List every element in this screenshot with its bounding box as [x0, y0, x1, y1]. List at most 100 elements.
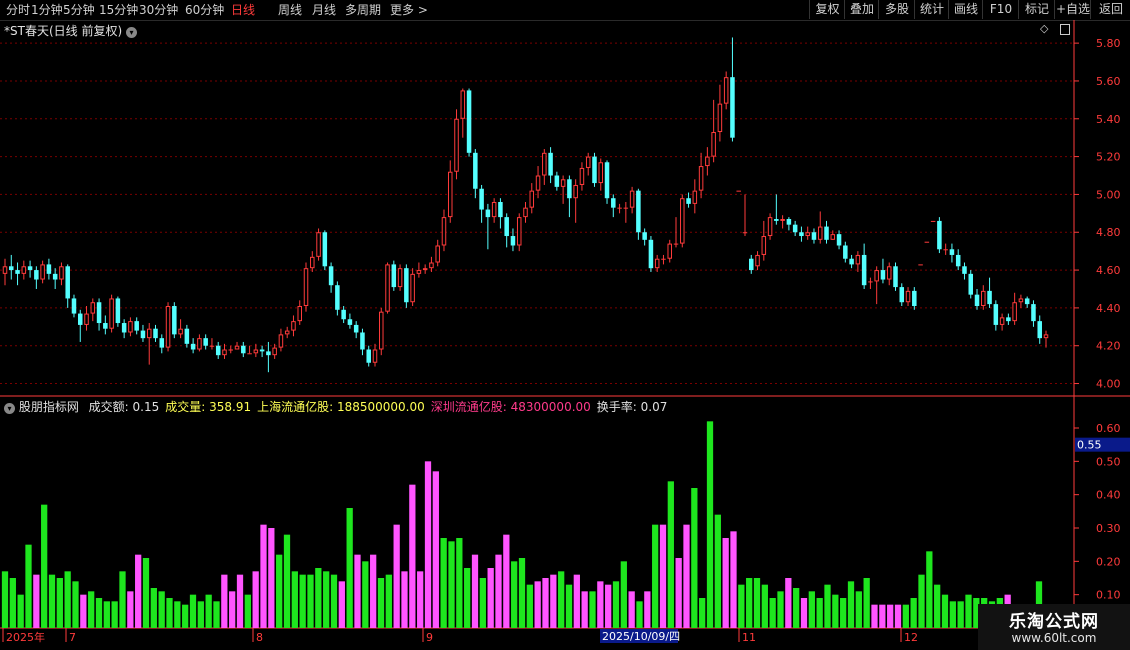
volume-bar: [197, 601, 204, 628]
candle-body: [59, 266, 64, 280]
candle-body: [780, 219, 785, 221]
price-tick-label: 4.00: [1096, 378, 1121, 391]
candle-body: [698, 166, 704, 191]
panel-toggle-icon[interactable]: [1059, 23, 1070, 35]
candle-body: [811, 232, 817, 240]
volume-bar: [41, 504, 48, 628]
volume-bar: [166, 598, 173, 628]
volume-bar: [330, 574, 338, 628]
candle-body: [805, 232, 810, 237]
volume-bar: [918, 574, 925, 628]
candle-body: [410, 273, 415, 303]
toolbar-button-1[interactable]: 叠加: [844, 0, 879, 19]
volume-bar: [730, 531, 737, 628]
toolbar-button-8[interactable]: 返回: [1090, 0, 1130, 19]
candle-body: [34, 270, 39, 280]
candle-body: [9, 266, 14, 271]
period-tab-9[interactable]: 多周期: [345, 1, 381, 19]
candle-body: [379, 311, 384, 350]
volume-tick-label: 0.40: [1096, 489, 1121, 502]
period-tab-8[interactable]: 月线: [312, 1, 336, 19]
volume-bar: [456, 538, 463, 628]
period-tab-10[interactable]: 更多 >: [390, 1, 428, 19]
period-tab-1[interactable]: 1分钟: [31, 1, 63, 19]
period-tab-3[interactable]: 15分钟: [99, 1, 138, 19]
volume-bar: [479, 578, 486, 628]
period-tab-7[interactable]: 周线: [278, 1, 302, 19]
volume-bar: [863, 578, 870, 628]
candle-body: [930, 220, 936, 222]
toolbar-button-0[interactable]: 复权: [809, 0, 845, 19]
period-tab-5[interactable]: 60分钟: [185, 1, 224, 19]
x-tick-label: 8: [256, 631, 263, 644]
indicator-dropdown-icon[interactable]: ▾: [4, 403, 15, 414]
volume-bar: [260, 524, 267, 628]
volume-bar: [840, 598, 847, 628]
candle-body: [623, 207, 629, 209]
volume-bar: [550, 574, 557, 628]
candle-body: [422, 268, 428, 271]
candle-body: [742, 232, 748, 234]
volume-bar: [495, 554, 502, 628]
candle-body: [611, 198, 616, 208]
volume-bar: [88, 591, 95, 628]
candle-body: [247, 353, 252, 355]
period-tab-0[interactable]: 分时: [6, 1, 30, 19]
volume-bar: [471, 554, 479, 628]
volume-bar: [205, 594, 212, 628]
title-dropdown-icon[interactable]: ▾: [125, 27, 137, 38]
price-tick-label: 5.60: [1096, 75, 1121, 88]
candle-body: [567, 179, 572, 199]
toolbar-button-3[interactable]: 统计: [914, 0, 949, 19]
candle-body: [968, 273, 974, 295]
candle-body: [1031, 304, 1036, 322]
candle-body: [498, 201, 503, 218]
volume-bar: [589, 591, 596, 628]
volume-bar: [800, 598, 808, 628]
candle-body: [955, 254, 961, 267]
diamond-icon[interactable]: ◇: [1040, 22, 1048, 35]
chart-area[interactable]: 5.80 5.60 5.40 5.20 5.00 4.80 4.60 4.40 4.20 4.00…: [0, 20, 1130, 650]
toolbar-button-7[interactable]: +自选: [1054, 0, 1091, 19]
toolbar-button-4[interactable]: 画线: [948, 0, 983, 19]
volume-bar: [926, 551, 933, 628]
volume-bar: [769, 598, 776, 628]
toolbar-button-2[interactable]: 多股: [878, 0, 915, 19]
x-tick-label: 2025年: [6, 630, 45, 644]
volume-bar: [33, 574, 40, 628]
period-tab-6[interactable]: 日线: [231, 1, 255, 19]
candle-body: [27, 266, 33, 271]
volume-bar: [902, 604, 909, 628]
toolbar-button-5[interactable]: F10: [982, 0, 1019, 19]
period-tab-4[interactable]: 30分钟: [139, 1, 178, 19]
candle-body: [855, 254, 861, 265]
candle-body: [404, 268, 409, 303]
volume-bar: [612, 581, 620, 628]
candle-body: [203, 338, 208, 346]
volume-bar: [338, 581, 345, 628]
candle-body: [529, 190, 535, 208]
volume-bar: [714, 514, 721, 628]
candle-body: [560, 179, 566, 187]
volume-bar: [652, 524, 659, 628]
candle-body: [1024, 298, 1030, 305]
candle-body: [485, 209, 491, 218]
candle-body: [836, 234, 842, 246]
price-tick-label: 4.40: [1096, 302, 1121, 315]
period-tab-2[interactable]: 5分钟: [63, 1, 95, 19]
toolbar-button-6[interactable]: 标记: [1018, 0, 1055, 19]
indicator-field-2: 上海流通亿股: 188500000.00: [257, 400, 425, 414]
volume-bar: [315, 568, 322, 628]
candle-body: [1037, 321, 1042, 339]
x-tick-label: 7: [69, 631, 76, 644]
candle-body: [140, 330, 146, 339]
candle-body: [730, 77, 735, 138]
volume-bar: [605, 584, 612, 628]
volume-bar: [189, 594, 197, 628]
candle-body: [134, 321, 139, 331]
volume-bar: [675, 558, 682, 628]
candle-body: [792, 224, 798, 233]
candle-body: [686, 198, 691, 204]
volume-bar: [793, 588, 800, 628]
x-tick-label: 9: [426, 631, 433, 644]
